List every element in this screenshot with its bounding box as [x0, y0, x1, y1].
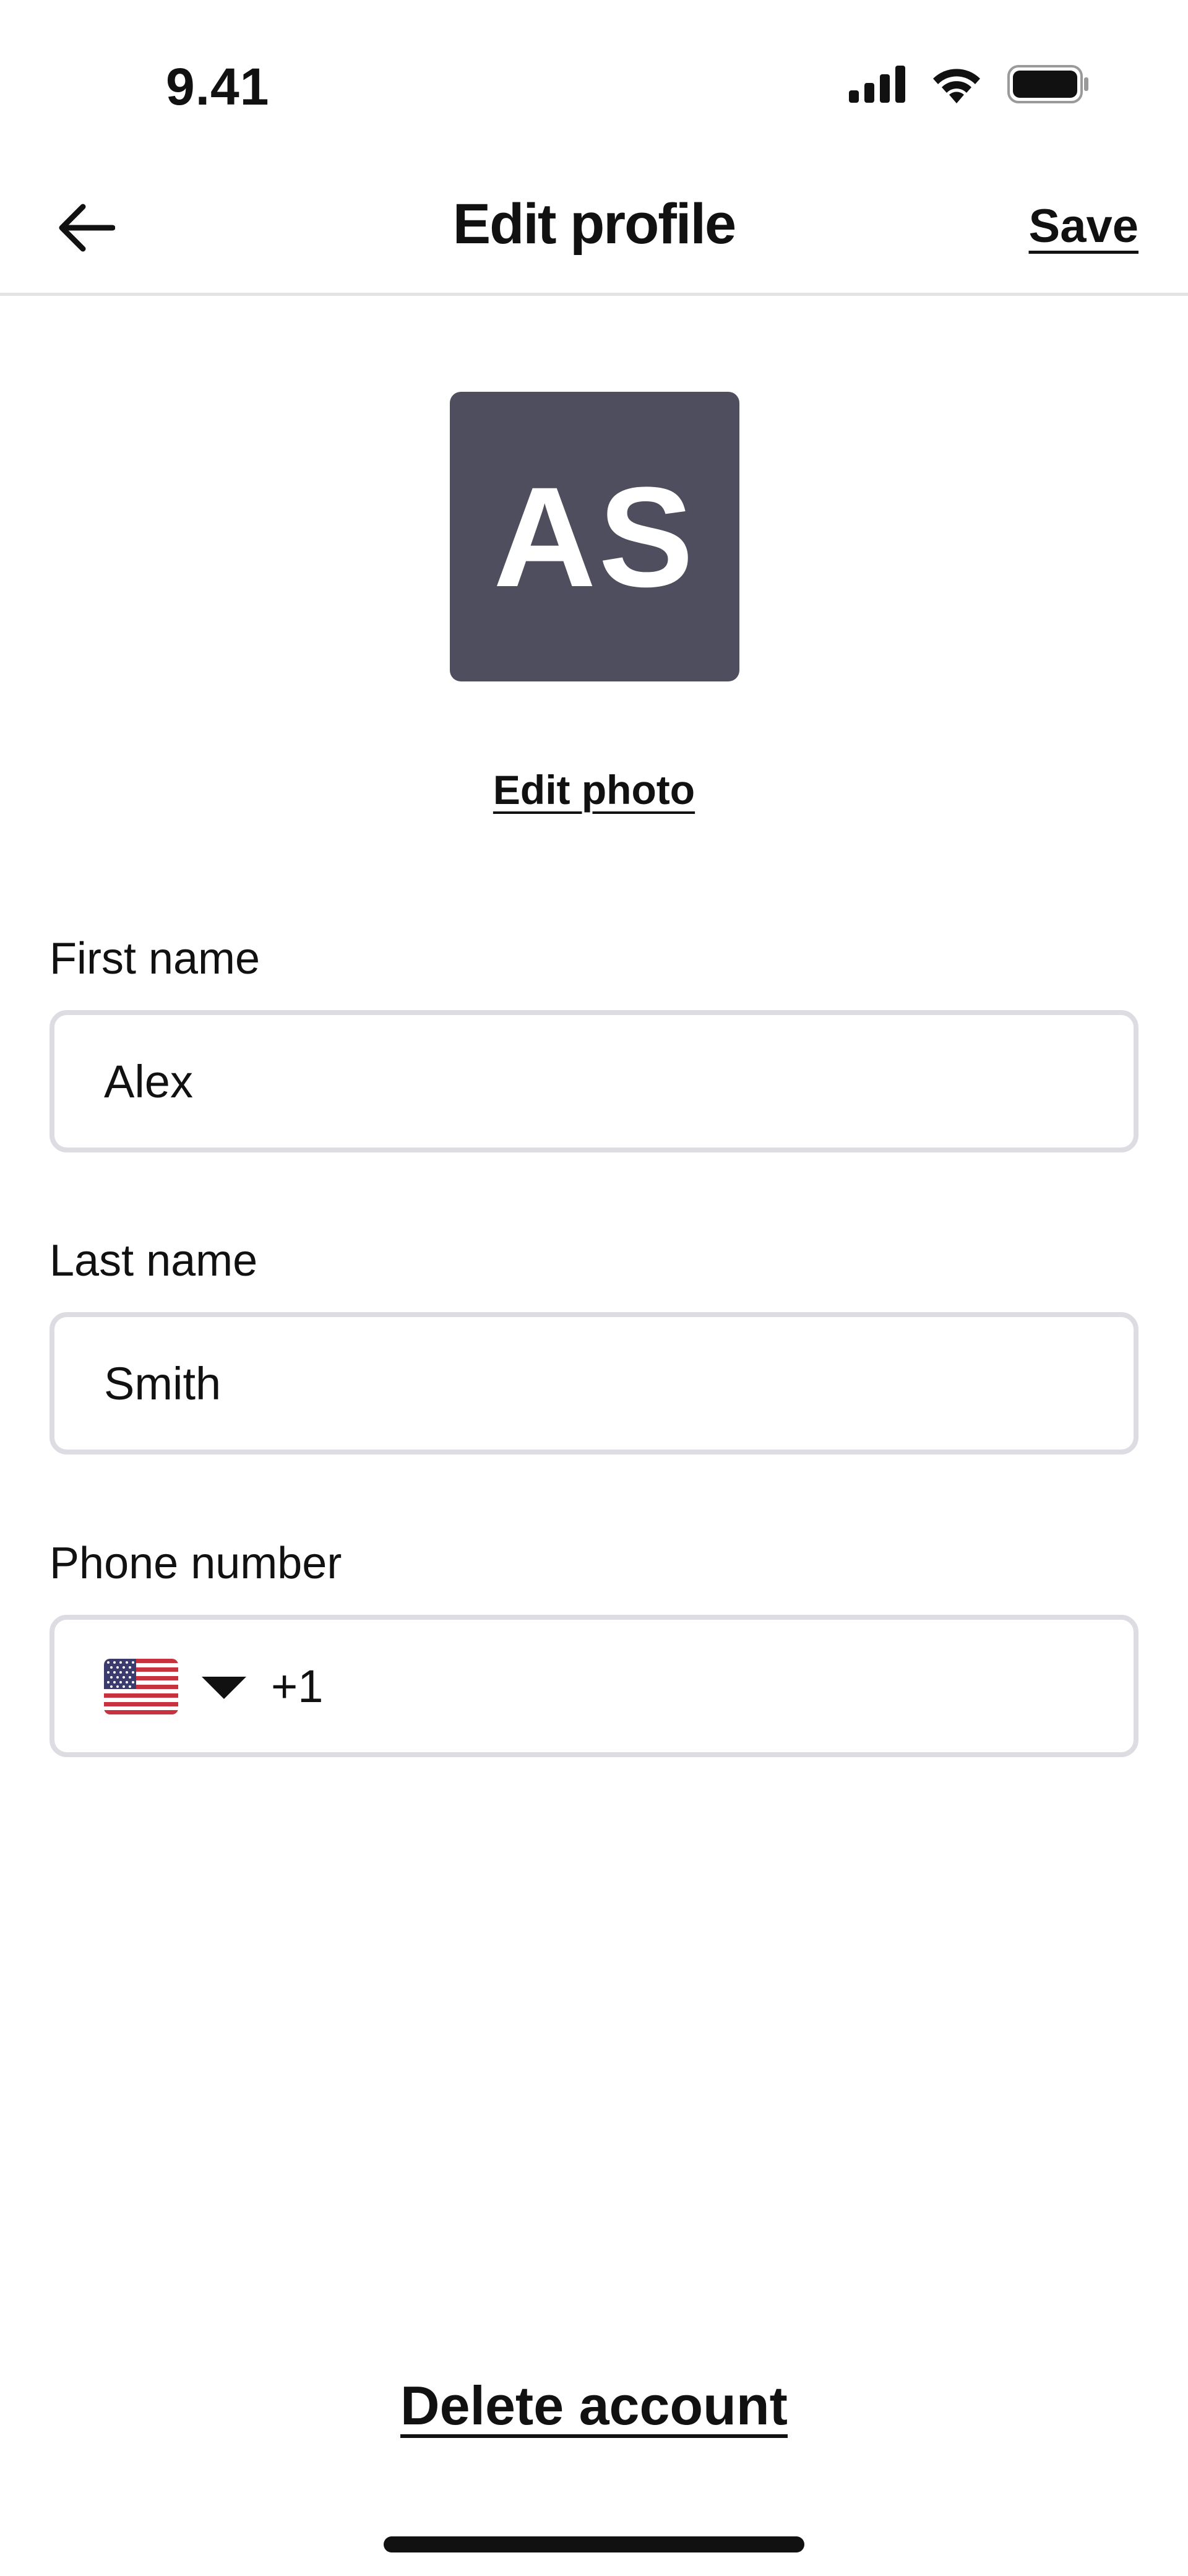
page-title: Edit profile — [452, 192, 736, 256]
phone-number-field-box — [50, 1615, 1138, 1757]
status-icons — [849, 65, 1089, 106]
first-name-field-box — [50, 1010, 1138, 1152]
battery-icon — [1007, 65, 1089, 106]
first-name-label: First name — [50, 934, 260, 983]
avatar: AS — [450, 392, 739, 681]
delete-account-link[interactable]: Delete account — [0, 2374, 1188, 2437]
header: Edit profile Save — [0, 161, 1188, 296]
first-name-input[interactable] — [104, 1015, 1069, 1148]
phone-number-label: Phone number — [50, 1539, 342, 1588]
status-bar: 9.41 — [0, 0, 1188, 161]
last-name-input[interactable] — [104, 1317, 1069, 1450]
save-button[interactable]: Save — [1029, 199, 1139, 253]
us-flag-icon[interactable] — [104, 1659, 178, 1714]
signal-icon — [849, 66, 906, 106]
caret-down-icon[interactable] — [202, 1677, 246, 1699]
last-name-field-box — [50, 1312, 1138, 1454]
wifi-icon — [931, 65, 983, 106]
last-name-label: Last name — [50, 1236, 258, 1286]
status-time: 9.41 — [166, 58, 270, 116]
edit-photo-link[interactable]: Edit photo — [0, 766, 1188, 813]
home-indicator — [384, 2536, 804, 2552]
phone-number-input[interactable] — [271, 1620, 1075, 1752]
